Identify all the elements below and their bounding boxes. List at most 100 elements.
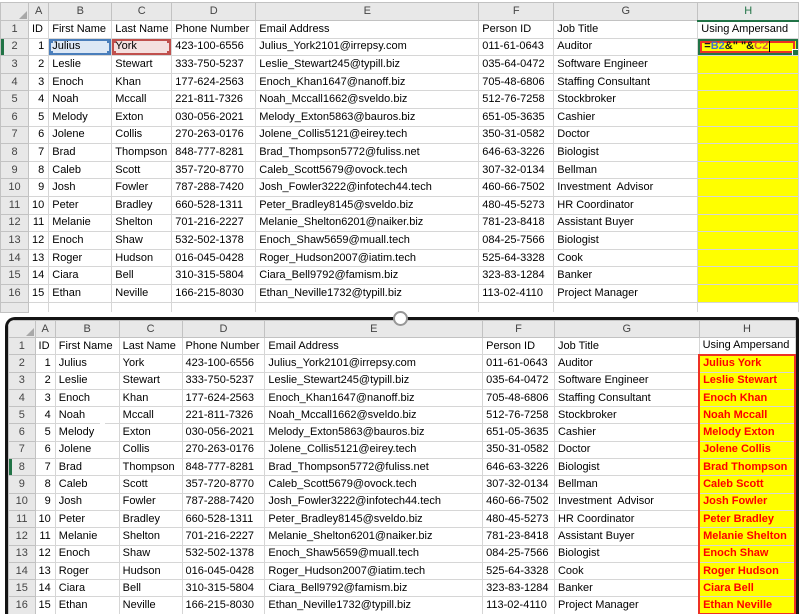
top-cell-C2[interactable]: York: [112, 38, 172, 56]
top-cell-B15[interactable]: Ciara: [49, 267, 112, 285]
bottom-row-header-4[interactable]: 4: [9, 389, 36, 406]
top-cell-E11[interactable]: Peter_Bradley8145@sveldo.biz: [256, 196, 479, 214]
bottom-cell-C7[interactable]: Collis: [119, 441, 182, 458]
bottom-cell-G8[interactable]: Biologist: [554, 459, 699, 476]
top-cell-F7[interactable]: 350-31-0582: [479, 126, 554, 144]
bottom-cell-C5[interactable]: Mccall: [119, 407, 182, 424]
bottom-cell-F15[interactable]: 323-83-1284: [483, 580, 555, 597]
top-cell-G6[interactable]: Cashier: [554, 108, 698, 126]
bottom-cell-F5[interactable]: 512-76-7258: [483, 407, 555, 424]
bottom-row-header-12[interactable]: 12: [9, 528, 36, 545]
top-row-header-3[interactable]: 3: [1, 56, 29, 74]
bottom-cell-A2[interactable]: 1: [35, 355, 55, 372]
top-cell-C17[interactable]: [112, 302, 172, 312]
bottom-cell-B4[interactable]: Enoch: [55, 389, 119, 406]
bottom-cell-G9[interactable]: Bellman: [554, 476, 699, 493]
bottom-cell-F12[interactable]: 781-23-8418: [483, 528, 555, 545]
bottom-cell-C12[interactable]: Shelton: [119, 528, 182, 545]
top-cell-G8[interactable]: Biologist: [554, 144, 698, 162]
bottom-cell-B7[interactable]: Jolene: [55, 441, 119, 458]
top-cell-G12[interactable]: Assistant Buyer: [554, 214, 698, 232]
top-cell-A4[interactable]: 3: [29, 73, 49, 91]
top-cell-E12[interactable]: Melanie_Shelton6201@naiker.biz: [256, 214, 479, 232]
bottom-cell-D13[interactable]: 532-502-1378: [182, 545, 265, 562]
bottom-cell-E14[interactable]: Roger_Hudson2007@iatim.tech: [265, 562, 483, 579]
top-cell-D10[interactable]: 787-288-7420: [172, 179, 256, 197]
top-cell-E6[interactable]: Melody_Exton5863@bauros.biz: [256, 108, 479, 126]
bottom-cell-F13[interactable]: 084-25-7566: [483, 545, 555, 562]
top-cell-G13[interactable]: Biologist: [554, 232, 698, 250]
bottom-cell-F10[interactable]: 460-66-7502: [483, 493, 555, 510]
top-column-header-D[interactable]: D: [172, 3, 256, 21]
top-cell-B16[interactable]: Ethan: [49, 284, 112, 302]
bottom-cell-G16[interactable]: Project Manager: [554, 597, 699, 614]
top-column-header-H[interactable]: H: [698, 3, 799, 21]
bottom-row-header-9[interactable]: 9: [9, 476, 36, 493]
top-cell-C6[interactable]: Exton: [112, 108, 172, 126]
top-cell-F2[interactable]: 011-61-0643: [479, 38, 554, 56]
bottom-cell-E16[interactable]: Ethan_Neville1732@typill.biz: [265, 597, 483, 614]
top-cell-H12[interactable]: [698, 214, 799, 232]
top-cell-E3[interactable]: Leslie_Stewart245@typill.biz: [256, 56, 479, 74]
top-cell-A1[interactable]: ID: [29, 21, 49, 39]
top-cell-E1[interactable]: Email Address: [256, 21, 479, 39]
bottom-column-header-F[interactable]: F: [483, 321, 555, 338]
bottom-cell-A13[interactable]: 12: [35, 545, 55, 562]
bottom-cell-G2[interactable]: Auditor: [554, 355, 699, 372]
selection-handle-icon[interactable]: [49, 39, 53, 43]
top-row-header-4[interactable]: 4: [1, 73, 29, 91]
bottom-cell-D10[interactable]: 787-288-7420: [182, 493, 265, 510]
bottom-cell-F14[interactable]: 525-64-3328: [483, 562, 555, 579]
top-cell-H10[interactable]: [698, 179, 799, 197]
bottom-cell-H2[interactable]: Julius York: [699, 355, 795, 372]
top-cell-A6[interactable]: 5: [29, 108, 49, 126]
top-row-header-17[interactable]: [1, 302, 29, 312]
top-cell-B13[interactable]: Enoch: [49, 232, 112, 250]
top-cell-G7[interactable]: Doctor: [554, 126, 698, 144]
bottom-cell-D15[interactable]: 310-315-5804: [182, 580, 265, 597]
bottom-row-header-2[interactable]: 2: [9, 355, 36, 372]
top-cell-C3[interactable]: Stewart: [112, 56, 172, 74]
bottom-cell-F1[interactable]: Person ID: [483, 338, 555, 355]
top-cell-C9[interactable]: Scott: [112, 161, 172, 179]
top-cell-C16[interactable]: Neville: [112, 284, 172, 302]
bottom-cell-B16[interactable]: Ethan: [55, 597, 119, 614]
top-cell-B4[interactable]: Enoch: [49, 73, 112, 91]
bottom-cell-C11[interactable]: Bradley: [119, 510, 182, 527]
bottom-cell-E5[interactable]: Noah_Mccall1662@sveldo.biz: [265, 407, 483, 424]
bottom-cell-C1[interactable]: Last Name: [119, 338, 182, 355]
bottom-cell-D8[interactable]: 848-777-8281: [182, 459, 265, 476]
bottom-cell-G7[interactable]: Doctor: [554, 441, 699, 458]
bottom-cell-H6[interactable]: Melody Exton: [699, 424, 795, 441]
selection-handle-icon[interactable]: [112, 51, 116, 55]
top-cell-C15[interactable]: Bell: [112, 267, 172, 285]
top-cell-B12[interactable]: Melanie: [49, 214, 112, 232]
bottom-cell-D3[interactable]: 333-750-5237: [182, 372, 265, 389]
bottom-cell-H9[interactable]: Caleb Scott: [699, 476, 795, 493]
bottom-cell-F3[interactable]: 035-64-0472: [483, 372, 555, 389]
bottom-cell-F16[interactable]: 113-02-4110: [483, 597, 555, 614]
top-cell-D17[interactable]: [172, 302, 256, 312]
bottom-cell-A10[interactable]: 9: [35, 493, 55, 510]
bottom-cell-E6[interactable]: Melody_Exton5863@bauros.biz: [265, 424, 483, 441]
top-cell-E7[interactable]: Jolene_Collis5121@eirey.tech: [256, 126, 479, 144]
bottom-column-header-E[interactable]: E: [265, 321, 483, 338]
bottom-cell-E3[interactable]: Leslie_Stewart245@typill.biz: [265, 372, 483, 389]
bottom-cell-H7[interactable]: Jolene Collis: [699, 441, 795, 458]
bottom-cell-D5[interactable]: 221-811-7326: [182, 407, 265, 424]
top-row-header-8[interactable]: 8: [1, 144, 29, 162]
top-row-header-5[interactable]: 5: [1, 91, 29, 109]
bottom-cell-B2[interactable]: Julius: [55, 355, 119, 372]
top-column-header-A[interactable]: A: [29, 3, 49, 21]
top-cell-F1[interactable]: Person ID: [479, 21, 554, 39]
top-cell-G11[interactable]: HR Coordinator: [554, 196, 698, 214]
bottom-cell-B14[interactable]: Roger: [55, 562, 119, 579]
bottom-cell-E15[interactable]: Ciara_Bell9792@famism.biz: [265, 580, 483, 597]
top-cell-G4[interactable]: Staffing Consultant: [554, 73, 698, 91]
top-cell-A8[interactable]: 7: [29, 144, 49, 162]
top-row-header-7[interactable]: 7: [1, 126, 29, 144]
bottom-cell-B6[interactable]: Melody: [55, 424, 119, 441]
bottom-cell-H11[interactable]: Peter Bradley: [699, 510, 795, 527]
bottom-row-header-1[interactable]: 1: [9, 338, 36, 355]
bottom-cell-A1[interactable]: ID: [35, 338, 55, 355]
